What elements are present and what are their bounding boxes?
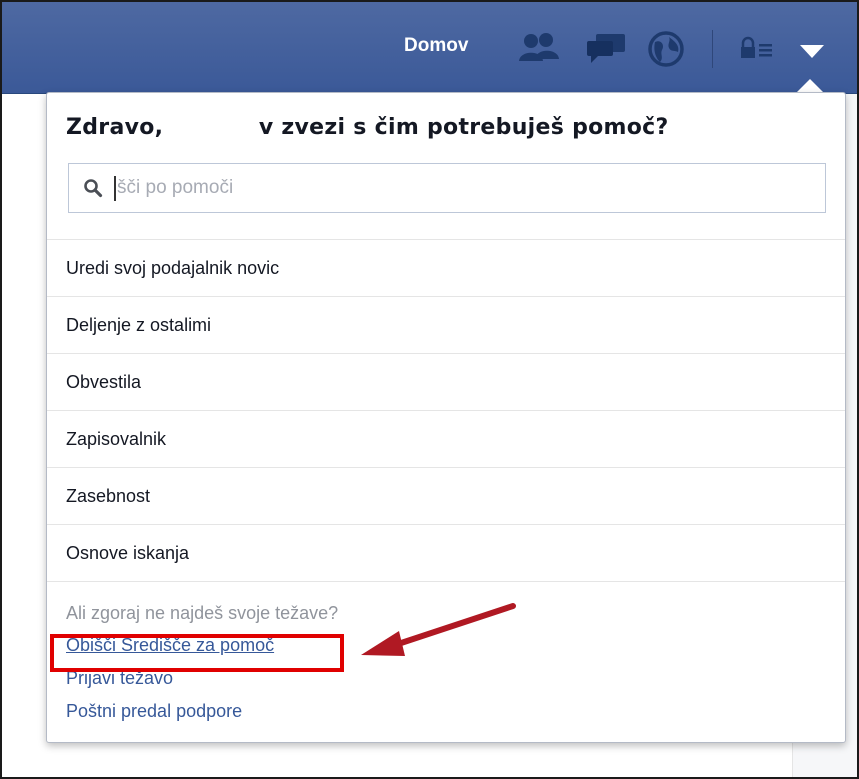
friends-icon[interactable] [518,31,560,65]
privacy-lock-icon[interactable] [740,36,774,60]
help-topic-item[interactable]: Osnove iskanja [47,525,845,582]
account-menu-arrow-icon[interactable] [799,43,825,59]
top-bar: Domov [2,2,857,94]
help-topic-item[interactable]: Deljenje z ostalimi [47,297,845,354]
help-topic-item[interactable]: Uredi svoj podajalnik novic [47,240,845,297]
notifications-globe-icon[interactable] [647,31,685,67]
messages-icon[interactable] [585,31,627,65]
help-search-input[interactable] [117,172,807,204]
help-footer-prompt: Ali zgoraj ne najdeš svoje težave? [66,603,339,623]
help-greeting: Zdravo, v zvezi s čim potrebuješ pomoč? [66,115,669,140]
help-topic-item[interactable]: Zapisovalnik [47,411,845,468]
help-search-box[interactable] [68,163,826,213]
topbar-separator [712,30,713,68]
help-topic-item[interactable]: Zasebnost [47,468,845,525]
text-cursor [114,176,116,201]
help-topic-item[interactable]: Obvestila [47,354,845,411]
home-link[interactable]: Domov [404,35,468,57]
dropdown-caret [797,79,823,92]
help-topic-list: Uredi svoj podajalnik novic Deljenje z o… [47,239,845,582]
search-icon [84,179,103,198]
annotation-arrow-icon [361,603,516,656]
annotation-highlight-box [50,634,344,672]
support-inbox-link[interactable]: Poštni predal podpore [66,699,338,723]
